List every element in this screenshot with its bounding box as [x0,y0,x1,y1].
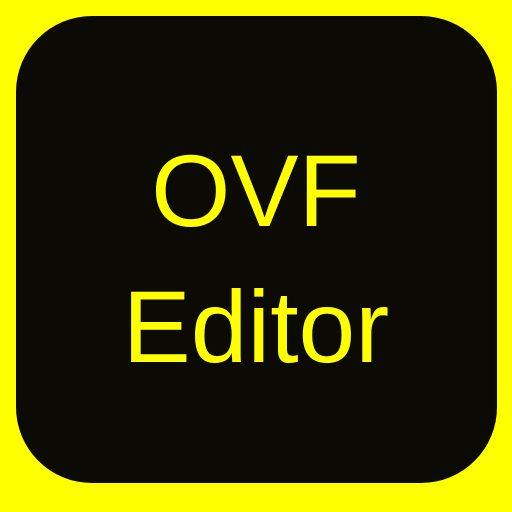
app-icon-title-line-1: OVF [151,134,361,248]
app-icon-tile [16,16,497,483]
app-icon-title-line-2: Editor [122,270,390,384]
